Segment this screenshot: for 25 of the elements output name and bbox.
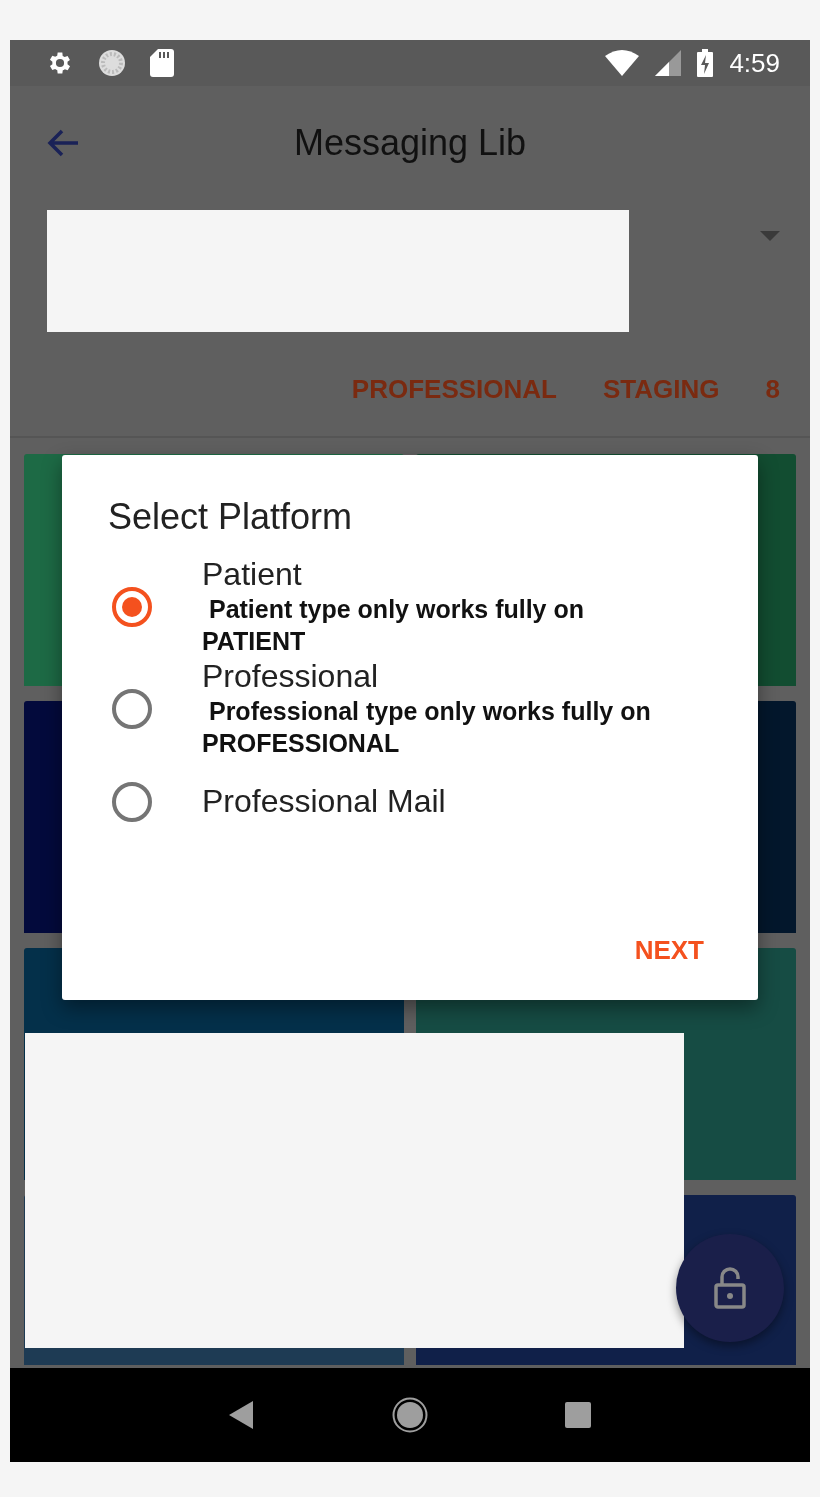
radio-button[interactable]: [112, 587, 152, 628]
option-label: Professional: [202, 658, 380, 695]
info-label: STAGING: [603, 372, 720, 406]
sd-card-icon: [150, 49, 174, 77]
option-description: Professional type only works fully on PROFESSIONAL: [202, 695, 651, 760]
back-arrow-icon[interactable]: [46, 128, 80, 158]
option-label: Patient: [202, 556, 303, 593]
home-icon[interactable]: [392, 1397, 428, 1433]
signal-icon: [655, 50, 682, 76]
app-title: Messaging Lib: [293, 121, 527, 165]
next-button[interactable]: NEXT: [634, 931, 704, 970]
loading-icon: [98, 49, 126, 77]
radio-button[interactable]: [112, 781, 152, 822]
wifi-icon: [605, 50, 640, 76]
info-label: PROFESSIONAL: [351, 372, 557, 406]
back-icon[interactable]: [228, 1401, 255, 1429]
option-label: Professional Mail: [202, 783, 446, 821]
battery-icon: [697, 49, 714, 77]
radio-button[interactable]: [112, 688, 152, 729]
dialog-title: Select Platform: [108, 495, 354, 539]
option-description: Patient type only works fully on PATIENT: [202, 594, 584, 658]
unlock-icon: [714, 1267, 746, 1309]
status-time: 4:59: [729, 46, 780, 80]
info-label: 8: [765, 372, 780, 406]
recents-icon[interactable]: [565, 1402, 592, 1428]
